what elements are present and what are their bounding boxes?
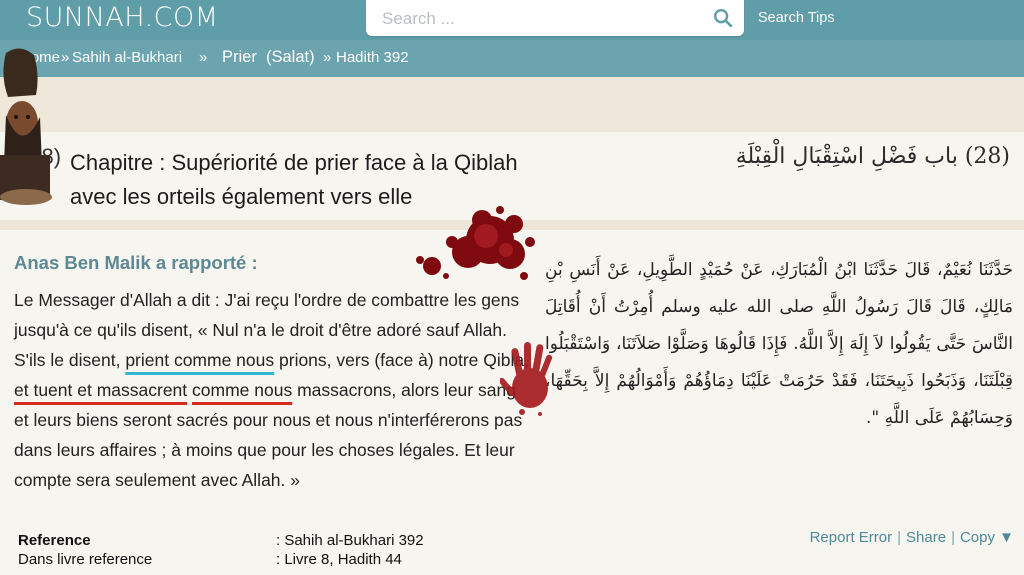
in-book-reference-label: Dans livre reference <box>18 551 153 568</box>
breadcrumb-current: Hadith 392 <box>336 49 409 66</box>
breadcrumb: Home » Sahih al-Bukhari » Prier (Salat) … <box>0 40 1024 77</box>
reference-row: Reference : Sahih al-Bukhari 392 <box>18 532 478 551</box>
highlighted-phrase-red: comme nous <box>192 380 293 400</box>
site-header: SUNNAH.COM Search Tips <box>0 0 1024 40</box>
in-book-reference-row: Dans livre reference : Livre 8, Hadith 4… <box>18 551 478 570</box>
highlighted-phrase-red: et tuent et massacrent <box>14 380 188 400</box>
portrait-overlay-image <box>0 48 52 205</box>
share-link[interactable]: Share <box>906 529 946 546</box>
copy-dropdown[interactable]: Copy ▼ <box>960 529 1014 546</box>
breadcrumb-book[interactable]: Prier (Salat) <box>222 48 315 67</box>
hadith-actions: Report Error | Share | Copy ▼ <box>810 529 1014 546</box>
reference-label: Reference <box>18 532 91 549</box>
chapter-title-arabic: (28) باب فَضْلِ اسْتِقْبَالِ الْقِبْلَةِ <box>735 144 1010 169</box>
narrator-heading: Anas Ben Malik a rapporté : <box>14 252 258 273</box>
breadcrumb-separator: » <box>199 49 208 66</box>
hadith-text-arabic: حَدَّثَنَا نُعَيْمٌ، قَالَ حَدَّثَنَا اب… <box>545 260 1013 428</box>
report-error-link[interactable]: Report Error <box>810 529 893 546</box>
breadcrumb-separator: » <box>323 49 332 66</box>
action-separator: | <box>897 529 902 546</box>
reference-value: : Sahih al-Bukhari 392 <box>276 532 424 549</box>
site-logo[interactable]: SUNNAH.COM <box>26 2 219 33</box>
search-box <box>366 0 744 36</box>
blood-splatter-overlay <box>416 206 535 280</box>
decorative-band <box>0 77 1024 132</box>
bloody-handprint-overlay <box>500 342 553 416</box>
chapter-title-french: Chapitre : Supériorité de prier face à l… <box>70 146 630 214</box>
search-input[interactable] <box>380 7 694 31</box>
breadcrumb-separator: » <box>61 49 70 66</box>
reference-table: Reference : Sahih al-Bukhari 392 Dans li… <box>18 532 478 570</box>
hadith-text-segment: prions, vers (face à) notre Qibla, <box>274 350 529 370</box>
breadcrumb-collection[interactable]: Sahih al-Bukhari <box>72 49 182 66</box>
action-separator: | <box>951 529 955 546</box>
highlighted-phrase-cyan: prient comme nous <box>125 350 275 370</box>
hadith-text-french: Le Messager d'Allah a dit : J'ai reçu l'… <box>14 285 529 495</box>
search-icon[interactable] <box>712 7 734 29</box>
chapter-title-line-2: avec les orteils également vers elle <box>70 184 413 209</box>
search-tips-link[interactable]: Search Tips <box>758 10 835 26</box>
in-book-reference-value: : Livre 8, Hadith 44 <box>276 551 402 568</box>
chapter-title-line-1: Chapitre : Supériorité de prier face à l… <box>70 150 518 175</box>
